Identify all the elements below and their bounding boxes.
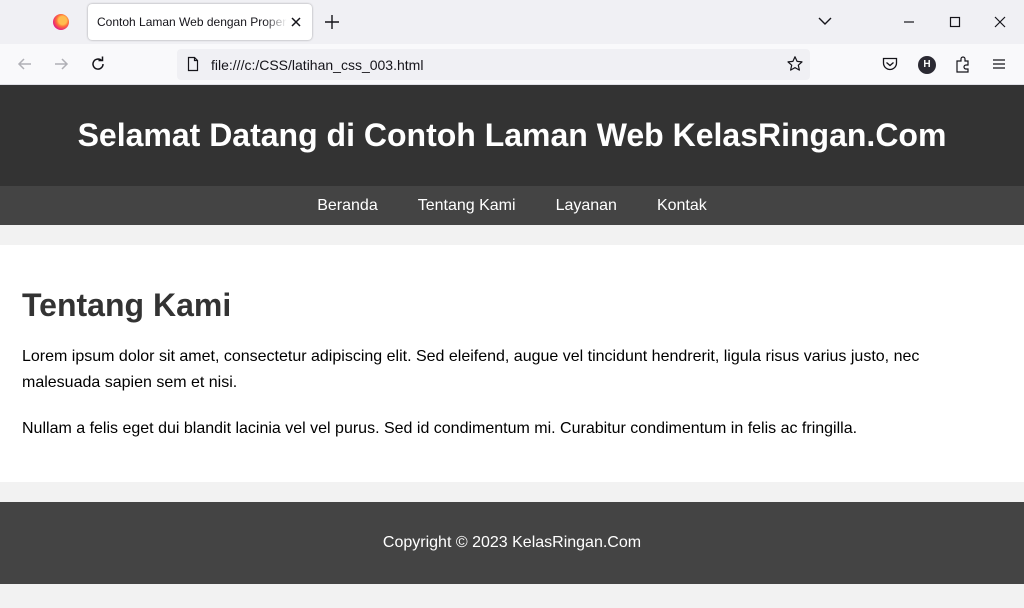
menu-icon[interactable]: [989, 54, 1009, 74]
content-section: Tentang Kami Lorem ipsum dolor sit amet,…: [0, 245, 1024, 482]
extension-badge-icon[interactable]: H: [918, 56, 936, 74]
site-title: Selamat Datang di Contoh Laman Web Kelas…: [77, 117, 947, 153]
paragraph-2: Nullam a felis eget dui blandit lacinia …: [22, 420, 858, 437]
url-text[interactable]: file:///c:/CSS/latihan_css_003.html: [211, 57, 423, 73]
paragraph-1: Lorem ipsum dolor sit amet, consectetur …: [22, 348, 920, 391]
back-icon[interactable]: [15, 54, 35, 74]
nav-link-beranda[interactable]: Beranda: [317, 197, 378, 215]
firefox-logo-icon[interactable]: [53, 14, 69, 30]
url-bar[interactable]: file:///c:/CSS/latihan_css_003.html: [177, 49, 810, 80]
minimize-icon[interactable]: [899, 12, 919, 32]
nav-link-kontak[interactable]: Kontak: [657, 197, 707, 215]
close-icon[interactable]: [288, 14, 304, 30]
nav-link-tentang-kami[interactable]: Tentang Kami: [418, 197, 516, 215]
extensions-icon[interactable]: [953, 54, 973, 74]
plus-icon[interactable]: [322, 12, 342, 32]
chevron-down-icon[interactable]: [817, 13, 833, 29]
reload-icon[interactable]: [88, 54, 108, 74]
site-nav: Beranda Tentang Kami Layanan Kontak: [0, 186, 1024, 225]
site-footer: Copyright © 2023 KelasRingan.Com: [0, 502, 1024, 584]
close-window-icon[interactable]: [990, 12, 1010, 32]
forward-icon[interactable]: [51, 54, 71, 74]
active-tab[interactable]: Contoh Laman Web dengan Properti CSS: [88, 4, 312, 40]
pocket-icon[interactable]: [880, 54, 900, 74]
tab-title: Contoh Laman Web dengan Properti CSS: [97, 15, 287, 29]
star-icon[interactable]: [786, 55, 804, 73]
section-heading: Tentang Kami: [22, 287, 232, 323]
page-viewport: Selamat Datang di Contoh Laman Web Kelas…: [0, 85, 1024, 608]
nav-link-layanan[interactable]: Layanan: [556, 197, 617, 215]
tab-strip: Contoh Laman Web dengan Properti CSS: [0, 0, 1024, 44]
navigation-toolbar: file:///c:/CSS/latihan_css_003.html: [0, 44, 1024, 85]
site-header: Selamat Datang di Contoh Laman Web Kelas…: [0, 85, 1024, 186]
page-icon: [185, 56, 201, 72]
maximize-icon[interactable]: [945, 12, 965, 32]
